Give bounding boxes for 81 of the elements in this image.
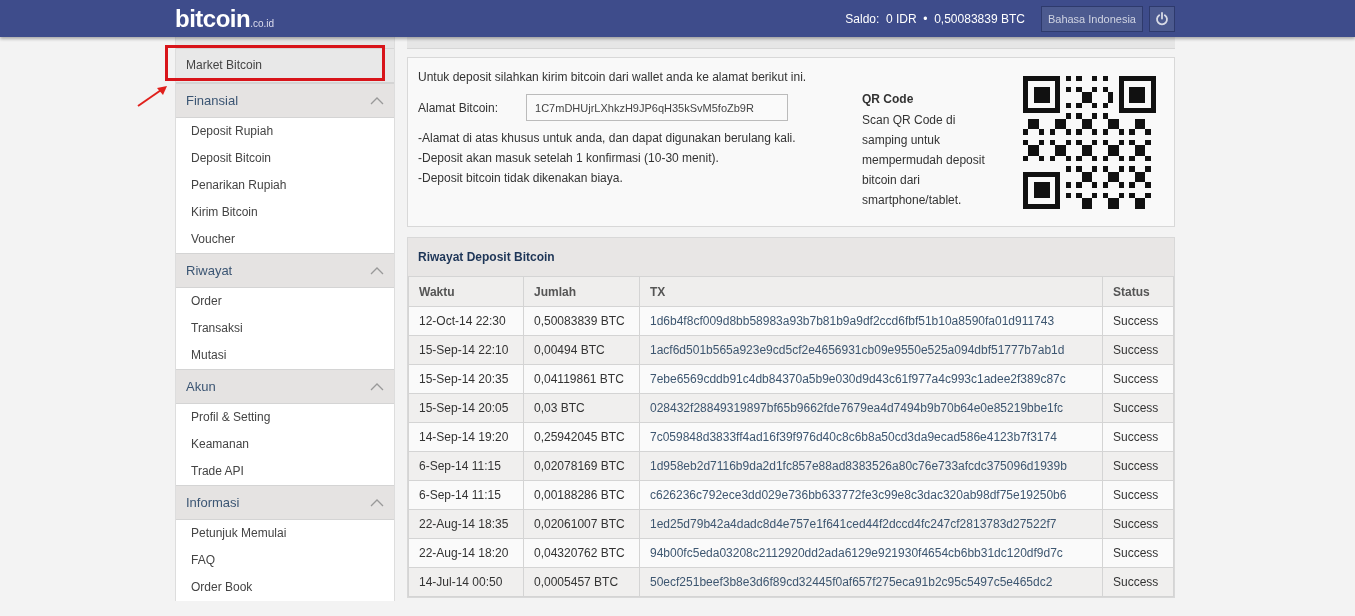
section-header[interactable]: Finansial (176, 83, 394, 118)
sidebar-item[interactable]: Transaksi (176, 315, 394, 342)
note-text: -Alamat di atas khusus untuk anda, dan dapat digunakan berulang kali. (418, 131, 797, 145)
sidebar-item[interactable]: Voucher (176, 226, 394, 253)
table-cell: 0,03 BTC (523, 393, 640, 423)
sidebar-item[interactable]: Kirim Bitcoin (176, 199, 394, 226)
table-cell[interactable]: 1d6b4f8cf009d8bb58983a93b7b81b9a9df2ccd6fbf51b10a8590fa01d911743 (639, 306, 1103, 336)
table-cell[interactable]: 7c059848d3833ff4ad16f39f976d40c8c6b8a50cd3da9ecad586e4123b7f3174 (639, 422, 1103, 452)
table-cell[interactable]: 1d958eb2d7116b9da2d1fc857e88ad8383526a80c76e733afcdc375096d1939b (639, 451, 1103, 481)
table-cell: Success (1102, 306, 1174, 336)
section-title: Informasi (186, 495, 240, 510)
table-cell: 15-Sep-14 20:35 (408, 364, 524, 394)
logo[interactable]: bitcoin.co.id (175, 4, 275, 33)
column-header: Status (1102, 276, 1174, 307)
table-cell: 6-Sep-14 11:15 (408, 451, 524, 481)
table-cell: 0,00494 BTC (523, 335, 640, 365)
sidebar-item[interactable]: Market Bitcoin (176, 49, 394, 83)
column-header: Jumlah (523, 276, 640, 307)
history-title: Riwayat Deposit Bitcoin (408, 238, 1174, 276)
table-cell: 6-Sep-14 11:15 (408, 480, 524, 510)
table-cell: 0,00188286 BTC (523, 480, 640, 510)
table-cell: 22-Aug-14 18:20 (408, 538, 524, 568)
qr-description: Scan QR Code di samping untuk mempermudah deposit bitcoin dari smartphone/tablet. (862, 112, 986, 209)
table-cell: 0,25942045 BTC (523, 422, 640, 452)
table-cell: 0,02061007 BTC (523, 509, 640, 539)
table-cell: 14-Jul-14 00:50 (408, 567, 524, 597)
section-header[interactable]: Akun (176, 369, 394, 404)
section-header[interactable]: Riwayat (176, 253, 394, 288)
table-cell: Success (1102, 567, 1174, 597)
table-cell: 0,0005457 BTC (523, 567, 640, 597)
intro-text: Untuk deposit silahkan kirim bitcoin dari wallet anda ke alamat berikut ini. (418, 70, 807, 84)
note-text: -Deposit bitcoin tidak dikenakan biaya. (418, 171, 624, 185)
table-cell[interactable]: 50ecf251beef3b8e3d6f89cd32445f0af657f275eca91b2c95c5497c5e465dc2 (639, 567, 1103, 597)
table-cell: 14-Sep-14 19:20 (408, 422, 524, 452)
table-cell: Success (1102, 393, 1174, 423)
table-cell: Success (1102, 538, 1174, 568)
section-title: Riwayat (186, 263, 233, 278)
sidebar-item[interactable]: Petunjuk Memulai (176, 520, 394, 547)
table-cell: 0,04320762 BTC (523, 538, 640, 568)
table-cell: 0,02078169 BTC (523, 451, 640, 481)
table-cell: 12-Oct-14 22:30 (408, 306, 524, 336)
table-cell: 0,50083839 BTC (523, 306, 640, 336)
table-cell: Success (1102, 422, 1174, 452)
sidebar-item[interactable]: Trade API (176, 458, 394, 485)
qr-title: QR Code (862, 92, 915, 106)
table-cell[interactable]: 94b00fc5eda03208c2112920dd2ada6129e921930f4654cb6bb31dc120df9d7c (639, 538, 1103, 568)
table-cell: Success (1102, 364, 1174, 394)
address-field[interactable]: 1C7mDHUjrLXhkzH9JP6qH35kSvM5foZb9R (526, 94, 789, 121)
table-cell: Success (1102, 480, 1174, 510)
section-header[interactable]: Informasi (176, 485, 394, 520)
language-button[interactable]: Bahasa Indonesia (1040, 5, 1143, 32)
section-title: Akun (186, 379, 216, 394)
table-cell: Success (1102, 451, 1174, 481)
sidebar-item[interactable]: Profil & Setting (176, 404, 394, 431)
sidebar-item[interactable]: Keamanan (176, 431, 394, 458)
column-header: Waktu (408, 276, 524, 307)
table-cell[interactable]: 1ed25d79b42a4dadc8d4e757e1f641ced44f2dccd4fc247cf2813783d27522f7 (639, 509, 1103, 539)
table-cell[interactable]: 028432f28849319897bf65b9662fde7679ea4d7494b9b70b64e0e85219bbe1fc (639, 393, 1103, 423)
balance-text: Saldo: 0 IDR • 0,50083839 BTC (845, 11, 1025, 26)
table-cell: 22-Aug-14 18:35 (408, 509, 524, 539)
logout-button[interactable] (1149, 5, 1175, 32)
sidebar-item[interactable]: FAQ (176, 547, 394, 574)
table-cell: Success (1102, 509, 1174, 539)
table-cell[interactable]: c626236c792ece3dd029e736bb633772fe3c99e8c3dac320ab98df75e19250b6 (639, 480, 1103, 510)
column-header: TX (639, 276, 1103, 307)
power-icon (1155, 11, 1169, 26)
table-cell[interactable]: 7ebe6569cddb91c4db84370a5b9e030d9d43c61f977a4c993c1adee2f389c87c (639, 364, 1103, 394)
table-cell[interactable]: 1acf6d501b565a923e9cd5cf2e4656931cb09e9550e525a094dbf51777b7ab1d (639, 335, 1103, 365)
sidebar-item[interactable]: Deposit Bitcoin (176, 145, 394, 172)
sidebar-item[interactable]: Deposit Rupiah (176, 118, 394, 145)
sidebar-item[interactable]: Penarikan Rupiah (176, 172, 394, 199)
note-text: -Deposit akan masuk setelah 1 konfirmasi (10-30 menit). (418, 151, 720, 165)
sidebar-item[interactable]: Order Book (176, 574, 394, 601)
sidebar-item[interactable]: Order (176, 288, 394, 315)
table-cell: 15-Sep-14 20:05 (408, 393, 524, 423)
section-title: Finansial (186, 93, 239, 108)
sidebar-item[interactable]: Mutasi (176, 342, 394, 369)
table-cell: 0,04119861 BTC (523, 364, 640, 394)
address-label: Alamat Bitcoin: (418, 100, 499, 115)
table-cell: 15-Sep-14 22:10 (408, 335, 524, 365)
table-cell: Success (1102, 335, 1174, 365)
